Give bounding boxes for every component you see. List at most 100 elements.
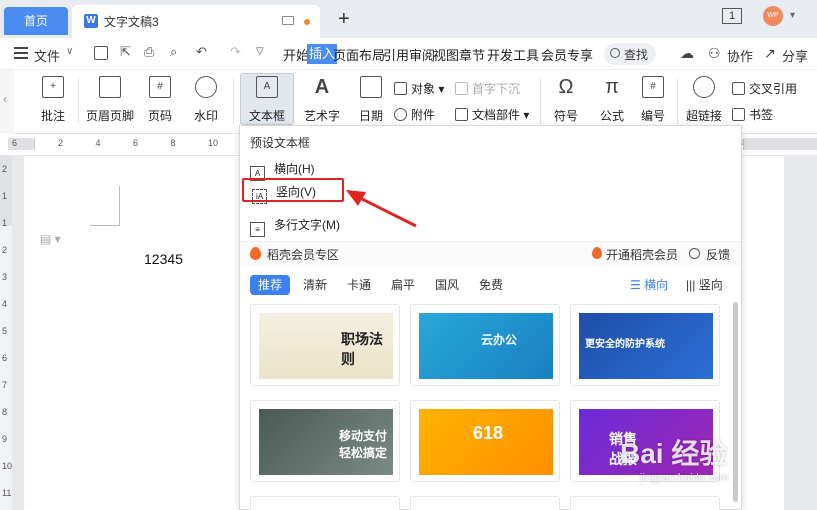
tab-document[interactable]: W 文字文稿3: [72, 5, 320, 38]
hamburger-icon[interactable]: [14, 47, 28, 59]
template-thumbnail[interactable]: [410, 496, 560, 510]
print-icon[interactable]: ⎙: [144, 44, 154, 60]
menu-file[interactable]: 文件: [34, 46, 60, 65]
tab-review[interactable]: 审阅: [409, 45, 435, 64]
hyperlink-button[interactable]: 超链接: [684, 74, 724, 124]
omega-icon: Ω: [558, 76, 574, 98]
pi-icon: π: [605, 76, 619, 98]
tab-page-layout[interactable]: 页面布局: [333, 45, 385, 64]
filter-cartoon[interactable]: 卡通: [347, 275, 371, 295]
tab-member[interactable]: 会员专享: [541, 45, 593, 64]
template-preview: 更安全的防护系统: [579, 313, 713, 379]
feedback-link[interactable]: 反馈: [706, 246, 730, 263]
filter-free[interactable]: 免费: [479, 275, 503, 295]
template-thumbnail[interactable]: 618: [410, 400, 560, 482]
calendar-icon: [360, 76, 382, 98]
tab-view[interactable]: 视图: [433, 45, 459, 64]
template-thumbnail[interactable]: 移动支付 轻松搞定: [250, 400, 400, 482]
avatar[interactable]: WP: [763, 6, 783, 26]
header-footer-button[interactable]: 页眉页脚: [84, 74, 136, 124]
textbox-button[interactable]: A 文本框: [240, 73, 294, 125]
drop-cap-button[interactable]: 首字下沉: [455, 80, 520, 97]
ruler-number: 8: [170, 138, 176, 148]
divider: [233, 78, 234, 124]
ribbon-scroll-left[interactable]: [0, 70, 14, 134]
template-thumbnail[interactable]: 更安全的防护系统: [570, 304, 720, 386]
member-zone-bar: 稻壳会员专区 开通稻壳会员 反馈: [240, 242, 741, 266]
chevron-down-icon[interactable]: ∨: [66, 46, 73, 57]
export-icon[interactable]: ⇱: [120, 44, 131, 60]
paperclip-icon: [394, 108, 407, 121]
watermark-button[interactable]: 水印: [188, 74, 224, 124]
template-thumbnail[interactable]: 职场法则: [250, 304, 400, 386]
template-preview: 职场法则: [259, 313, 393, 379]
title-bar: 首页 W 文字文稿3 + 1 WP ▾: [0, 0, 817, 38]
dropdown-scrollbar[interactable]: [733, 302, 738, 502]
member-zone-title: 稻壳会员专区: [267, 248, 340, 262]
new-tab-button[interactable]: +: [338, 8, 350, 30]
bookmark-icon: [732, 108, 745, 121]
art-text-button[interactable]: A 艺术字: [300, 74, 344, 124]
filter-chinese-style[interactable]: 国风: [435, 275, 459, 295]
bookmark-button[interactable]: 书签: [732, 106, 773, 123]
watermark-icon: [195, 76, 217, 98]
preview-icon[interactable]: ⌕: [170, 44, 177, 60]
link-icon: [693, 76, 715, 98]
share-button[interactable]: 分享: [782, 46, 808, 65]
template-thumbnail[interactable]: [250, 496, 400, 510]
tab-references[interactable]: 引用: [383, 45, 409, 64]
vertical-textbox-icon: iA: [252, 189, 267, 204]
monitor-icon[interactable]: [282, 16, 294, 25]
template-thumbnail[interactable]: 云办公: [410, 304, 560, 386]
ruler-number: 6: [133, 138, 139, 148]
search-icon: [610, 48, 620, 58]
tab-chapter[interactable]: 章节: [459, 45, 485, 64]
vruler-number: 1: [2, 218, 8, 228]
doc-parts-icon: [455, 108, 468, 121]
menu-bar: 文件 ∨ ⇱ ⎙ ⌕ ↶ ↷ ▽ 开始 插入 页面布局 引用 审阅 视图 章节 …: [0, 38, 817, 70]
template-thumbnail[interactable]: [570, 496, 720, 510]
annotation-arrow: [346, 190, 417, 228]
redo-icon[interactable]: ↷: [230, 44, 241, 60]
doc-parts-button[interactable]: 文档部件 ▾: [455, 106, 529, 123]
object-button[interactable]: 对象 ▾: [394, 80, 444, 97]
cloud-icon[interactable]: ☁: [680, 45, 694, 62]
template-preview: 移动支付 轻松搞定: [259, 409, 393, 475]
page-number-button[interactable]: # 页码: [142, 74, 178, 124]
filter-recommend[interactable]: 推荐: [250, 275, 291, 295]
orientation-vertical[interactable]: ||| 竖向: [686, 275, 723, 295]
vertical-ruler[interactable]: 2 1 1 2 3 4 5 6 7 8 9 10 11: [0, 156, 12, 510]
document-text[interactable]: 12345: [144, 251, 183, 267]
share-icon[interactable]: ↗: [764, 45, 776, 62]
textbox-vertical-item[interactable]: iA 竖向(V): [242, 178, 344, 204]
tab-developer[interactable]: 开发工具: [487, 45, 539, 64]
undo-icon[interactable]: ↶: [196, 44, 207, 60]
formula-button[interactable]: π 公式: [594, 74, 630, 124]
date-button[interactable]: 日期: [356, 74, 386, 124]
template-preview: 云办公: [419, 313, 553, 379]
orientation-horizontal[interactable]: ☰ 横向: [630, 275, 668, 295]
symbol-button[interactable]: Ω 符号: [548, 74, 584, 124]
tab-home[interactable]: 首页: [4, 7, 68, 35]
document-title: 文字文稿3: [104, 15, 159, 29]
comment-button[interactable]: + 批注: [36, 74, 70, 124]
chevron-down-icon[interactable]: ▽: [256, 46, 264, 57]
attachment-button[interactable]: 附件: [394, 106, 435, 123]
save-icon[interactable]: [94, 46, 108, 60]
collab-button[interactable]: 协作: [727, 46, 753, 65]
filter-fresh[interactable]: 清新: [303, 275, 327, 295]
collab-icon[interactable]: ⚇: [708, 45, 721, 62]
page-count-badge[interactable]: 1: [722, 8, 742, 24]
vruler-number: 8: [2, 407, 8, 417]
search-button[interactable]: 查找: [604, 43, 656, 65]
object-icon: [394, 82, 407, 95]
numbering-button[interactable]: # 编号: [638, 74, 668, 124]
cross-ref-button[interactable]: 交叉引用: [732, 80, 797, 97]
paragraph-icon[interactable]: ▤ ▾: [40, 232, 61, 246]
open-member-link[interactable]: 开通稻壳会员: [606, 246, 678, 263]
baidu-watermark-url: jingyan.baidu.com: [640, 472, 729, 484]
chevron-down-icon[interactable]: ▾: [790, 10, 795, 21]
filter-flat[interactable]: 扁平: [391, 275, 415, 295]
tab-start[interactable]: 开始: [283, 45, 309, 64]
textbox-multiline-item[interactable]: ≡ 多行文字(M): [250, 213, 340, 237]
